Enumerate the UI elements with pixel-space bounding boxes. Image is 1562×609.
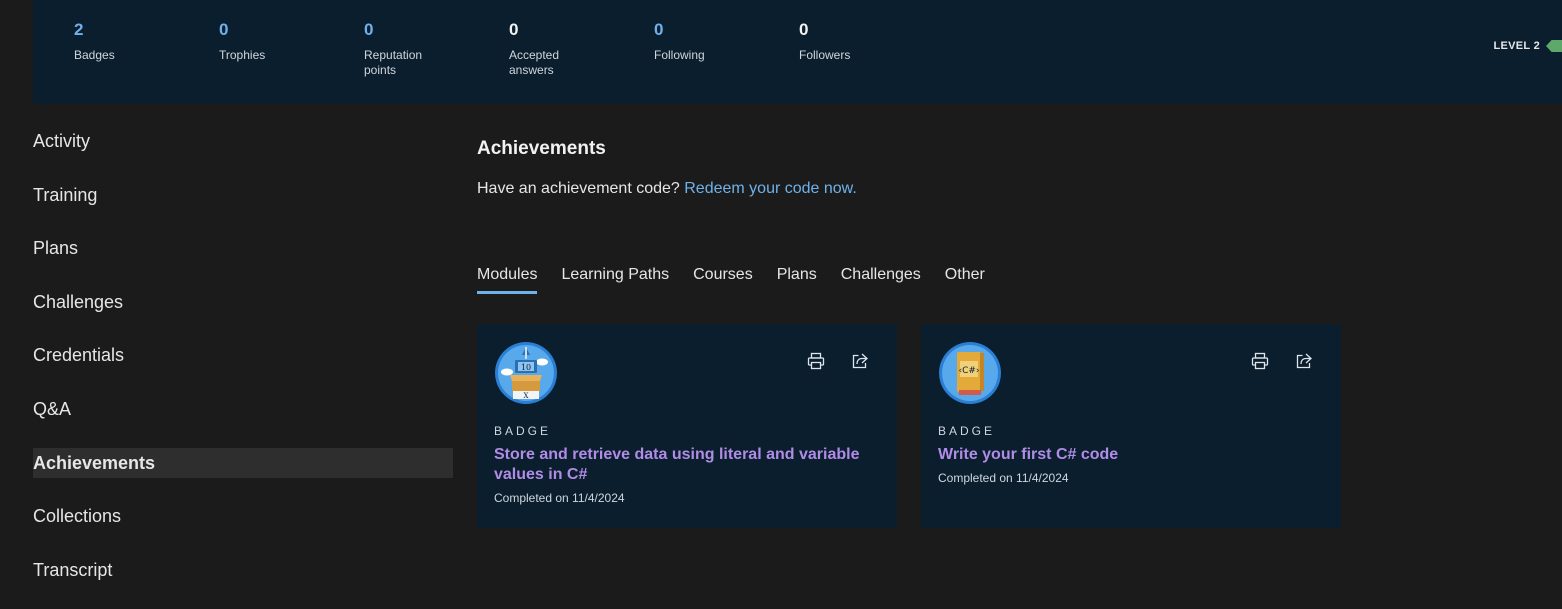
sidebar-item-transcript[interactable]: Transcript xyxy=(33,555,453,585)
achievement-tabs: Modules Learning Paths Courses Plans Cha… xyxy=(477,266,1009,294)
achievement-card: ‹C#› BADGE Write your first C# code Comp… xyxy=(921,324,1341,528)
tab-courses[interactable]: Courses xyxy=(693,266,753,292)
share-icon[interactable] xyxy=(1295,352,1313,370)
stat-accepted-answers: 0 Accepted answers xyxy=(509,20,619,78)
level-flag-icon xyxy=(1546,40,1562,52)
stats-bar: 2 Badges 0 Trophies 0 Reputation points … xyxy=(33,0,1562,104)
card-actions xyxy=(1251,352,1313,370)
completed-date: Completed on 11/4/2024 xyxy=(938,471,1069,485)
stat-value: 2 xyxy=(74,20,84,39)
tab-challenges[interactable]: Challenges xyxy=(841,266,921,292)
svg-text:X: X xyxy=(524,392,529,400)
badge-type-label: BADGE xyxy=(938,424,996,438)
svg-text:10: 10 xyxy=(521,363,531,372)
stat-badges[interactable]: 2 Badges xyxy=(74,20,184,63)
badge-type-label: BADGE xyxy=(494,424,552,438)
sidebar-item-collections[interactable]: Collections xyxy=(33,501,453,531)
level-label: LEVEL 2 xyxy=(1493,40,1540,52)
stat-following[interactable]: 0 Following xyxy=(654,20,764,63)
tab-learning-paths[interactable]: Learning Paths xyxy=(561,266,669,292)
sidebar-item-activity[interactable]: Activity xyxy=(33,126,453,156)
sidebar-item-plans[interactable]: Plans xyxy=(33,233,453,263)
stat-value: 0 xyxy=(799,20,809,39)
print-icon[interactable] xyxy=(1251,352,1269,370)
stat-value: 0 xyxy=(509,20,519,39)
level-indicator: LEVEL 2 xyxy=(1493,40,1562,52)
tab-plans[interactable]: Plans xyxy=(777,266,817,292)
stat-label: Reputation points xyxy=(364,48,423,77)
main-content: Achievements Have an achievement code? R… xyxy=(477,138,857,198)
achievement-title-link[interactable]: Store and retrieve data using literal an… xyxy=(494,445,874,485)
stat-label: Followers xyxy=(799,48,851,62)
svg-text:‹C#›: ‹C#› xyxy=(958,366,979,376)
stat-trophies[interactable]: 0 Trophies xyxy=(219,20,329,63)
sidebar-item-achievements[interactable]: Achievements xyxy=(33,447,453,478)
sidebar-item-qa[interactable]: Q&A xyxy=(33,394,453,424)
stat-value: 0 xyxy=(364,20,374,39)
sidebar-item-training[interactable]: Training xyxy=(33,180,453,210)
stat-value: 0 xyxy=(654,20,664,39)
stat-label: Accepted answers xyxy=(509,48,560,77)
variables-box-badge-icon: 10 X xyxy=(494,341,558,405)
completed-date: Completed on 11/4/2024 xyxy=(494,491,625,505)
tab-other[interactable]: Other xyxy=(945,266,985,292)
print-icon[interactable] xyxy=(807,352,825,370)
stat-value: 0 xyxy=(219,20,229,39)
page-title: Achievements xyxy=(477,138,606,159)
achievement-title-link[interactable]: Write your first C# code xyxy=(938,445,1318,465)
redeem-prompt: Have an achievement code? xyxy=(477,180,680,197)
stat-followers: 0 Followers xyxy=(799,20,909,63)
redeem-code-link[interactable]: Redeem your code now. xyxy=(684,180,857,197)
csharp-book-badge-icon: ‹C#› xyxy=(938,341,1002,405)
redeem-line: Have an achievement code? Redeem your co… xyxy=(477,180,857,198)
card-actions xyxy=(807,352,869,370)
tab-modules[interactable]: Modules xyxy=(477,266,538,294)
sidebar-item-challenges[interactable]: Challenges xyxy=(33,287,453,317)
sidebar-nav: Activity Training Plans Challenges Crede… xyxy=(33,126,453,608)
stat-reputation[interactable]: 0 Reputation points xyxy=(364,20,474,78)
achievement-card: 10 X BADGE Store and retrieve data using… xyxy=(477,324,897,528)
sidebar-item-credentials[interactable]: Credentials xyxy=(33,340,453,370)
stat-label: Trophies xyxy=(219,48,266,62)
share-icon[interactable] xyxy=(851,352,869,370)
stat-label: Badges xyxy=(74,48,115,62)
stat-label: Following xyxy=(654,48,705,62)
